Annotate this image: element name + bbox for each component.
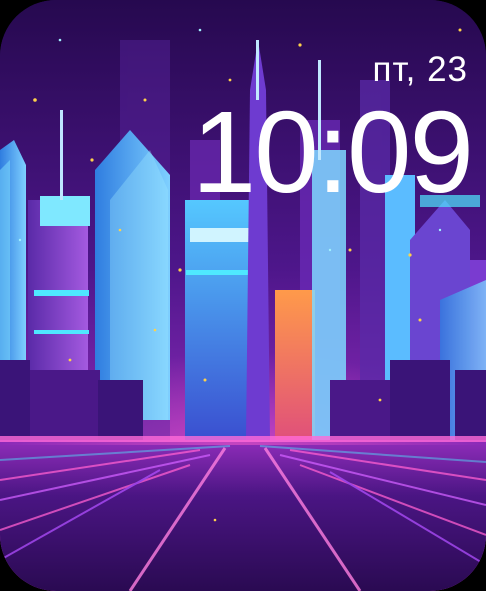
date-label: пт, 23 [372,50,468,89]
watch-face[interactable]: пт, 23 10:09 [0,0,486,591]
time-label[interactable]: 10:09 [192,91,474,214]
